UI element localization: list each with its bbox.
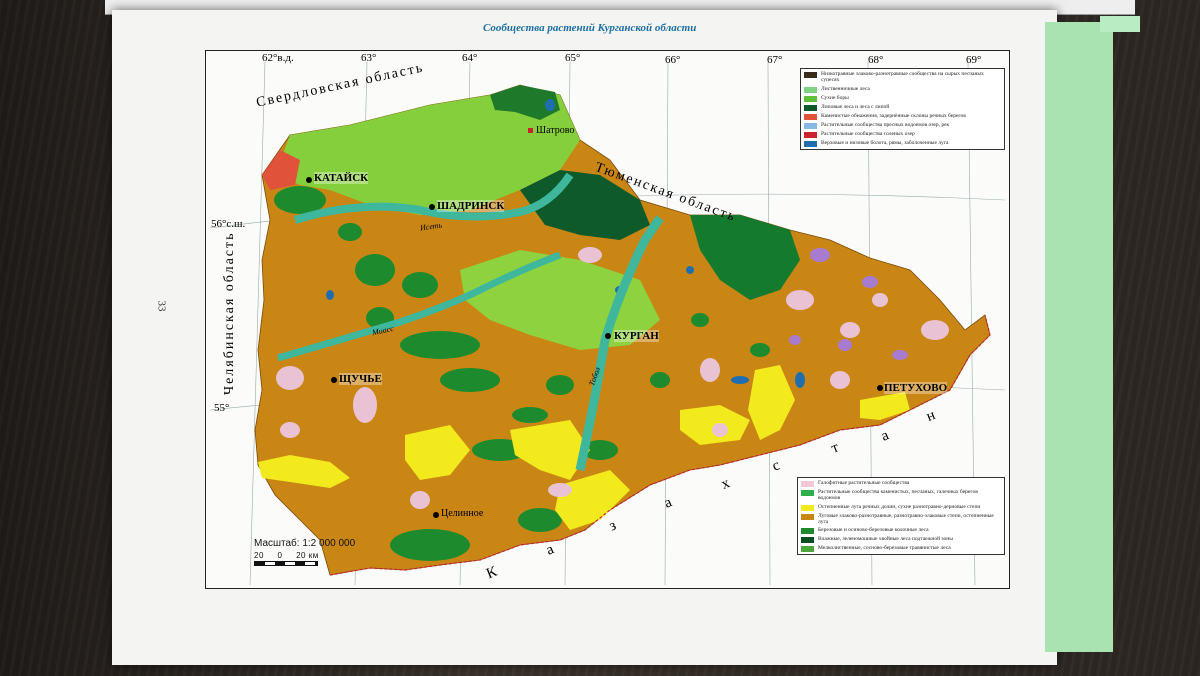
legend-label: Верховые и низовые болота, рямы, заболоч… <box>821 139 949 146</box>
legend-bottom: Галофитные растительные сообщества Расти… <box>797 477 1005 556</box>
legend-item: Мелколиственные, сосново-березовые травя… <box>801 545 1001 553</box>
city-label-kurgan: КУРГАН <box>614 330 659 342</box>
legend-swatch <box>801 528 814 535</box>
legend-label: Влажные, зеленомошные хвойные леса подта… <box>818 536 953 543</box>
legend-item: Верховые и низовые болота, рямы, заболоч… <box>804 140 1001 147</box>
legend-item: Липовые леса и леса с липой <box>804 104 1001 111</box>
legend-label: Лиственничные леса <box>821 85 870 92</box>
lon-label-63: 63° <box>361 52 377 64</box>
legend-swatch <box>804 122 817 129</box>
legend-item: Луговые злаково-разнотравные, разнотравн… <box>801 513 1001 526</box>
scale-bar <box>254 561 318 566</box>
legend-swatch <box>804 95 817 102</box>
scale-ticks: 20 0 20 км <box>254 551 319 560</box>
legend-label: Остепненные луга речных долин, сухие раз… <box>818 503 981 510</box>
legend-swatch <box>801 546 814 553</box>
vegetation-map <box>209 61 1006 586</box>
city-label-katajsk: КАТАЙСК <box>314 172 369 184</box>
legend-item: Растительные сообщества каменистых, песч… <box>801 489 1001 502</box>
legend-item: Сухие боры <box>804 95 1001 102</box>
legend-top: Низкотравные злаково-разнотравные сообще… <box>800 68 1005 150</box>
legend-item: Березовые и осиново-березовые колочные л… <box>801 527 1001 535</box>
legend-label: Сухие боры <box>821 94 849 101</box>
city-label-shchuchye: ЩУЧЬЕ <box>339 373 382 385</box>
legend-item: Влажные, зеленомошные хвойные леса подта… <box>801 536 1001 544</box>
legend-swatch <box>804 72 817 78</box>
lon-label-66: 66° <box>665 54 681 66</box>
legend-swatch <box>801 490 814 496</box>
city-label-shatrovo: Шатрово <box>536 125 575 136</box>
legend-swatch <box>801 481 814 487</box>
legend-label: Растительные сообщества пресных водоемов… <box>821 121 950 128</box>
legend-label: Липовые леса и леса с липой <box>821 103 890 110</box>
lon-label-67: 67° <box>767 54 783 66</box>
legend-swatch <box>804 140 817 147</box>
legend-label: Растительные сообщества соленых озер <box>821 130 915 137</box>
legend-swatch <box>801 513 814 520</box>
lon-label-64: 64° <box>462 52 478 64</box>
legend-item: Остепненные луга речных долин, сухие раз… <box>801 504 1001 511</box>
legend-item: Растительные сообщества пресных водоемов… <box>804 122 1001 129</box>
city-label-shadrinsk: ШАДРИНСК <box>437 200 505 212</box>
lon-label-62: 62°в.д. <box>262 52 294 64</box>
legend-item: Каменистые обнажения, задернённые склоны… <box>804 113 1001 120</box>
lon-label-65: 65° <box>565 52 581 64</box>
legend-item: Галофитные растительные сообщества <box>801 480 1001 487</box>
legend-item: Растительные сообщества соленых озер <box>804 131 1001 138</box>
lon-label-68: 68° <box>868 54 884 66</box>
city-label-petukhovo: ПЕТУХОВО <box>884 382 948 394</box>
lat-label-56: 56°с.ш. <box>211 218 246 230</box>
legend-swatch <box>801 537 814 544</box>
legend-swatch <box>804 131 817 138</box>
legend-item: Низкотравные злаково-разнотравные сообще… <box>804 71 1001 84</box>
legend-swatch <box>804 113 817 120</box>
legend-swatch <box>804 104 817 111</box>
legend-item: Лиственничные леса <box>804 86 1001 93</box>
legend-swatch <box>804 86 817 93</box>
legend-swatch <box>801 504 814 511</box>
legend-label: Каменистые обнажения, задернённые склоны… <box>821 112 966 119</box>
legend-label: Низкотравные злаково-разнотравные сообще… <box>821 71 984 84</box>
lon-label-69: 69° <box>966 54 982 66</box>
legend-label: Галофитные растительные сообщества <box>818 480 910 486</box>
city-label-tselinnoe: Целинное <box>441 508 484 519</box>
map-scale: Масштаб: 1:2 000 000 20 0 20 км <box>254 538 355 566</box>
scale-label: Масштаб: 1:2 000 000 <box>254 538 356 549</box>
legend-label: Луговые злаково-разнотравные, разнотравн… <box>818 512 994 525</box>
legend-label: Растительные сообщества каменистых, песч… <box>818 489 978 502</box>
region-label-chelyabinsk: Челябинская область <box>222 231 237 396</box>
legend-label: Мелколиственные, сосново-березовые травя… <box>818 545 951 552</box>
lat-label-55: 55° <box>214 402 230 414</box>
legend-label: Березовые и осиново-березовые колочные л… <box>818 527 929 534</box>
